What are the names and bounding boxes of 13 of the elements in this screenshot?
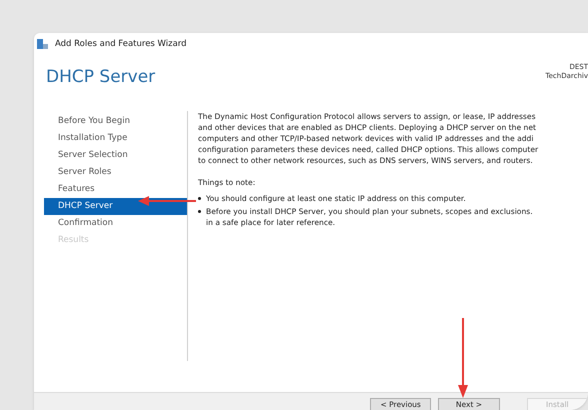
wizard-step[interactable]: DHCP Server (44, 198, 187, 215)
wizard-step[interactable]: Before You Begin (44, 113, 187, 130)
wizard-step[interactable]: Confirmation (44, 215, 187, 232)
arrow-drawing (138, 196, 196, 206)
wizard-step[interactable]: Server Roles (44, 164, 187, 181)
page-heading: DHCP Server (46, 69, 156, 89)
wizard-step[interactable]: Server Selection (44, 147, 187, 164)
server-icon (36, 38, 49, 50)
bullet-icon (198, 197, 201, 200)
wizard-step[interactable]: Features (44, 181, 187, 198)
window-title: Add Roles and Features Wizard (55, 38, 187, 50)
wizard-step[interactable]: Installation Type (44, 130, 187, 147)
bullet-icon (198, 210, 201, 213)
